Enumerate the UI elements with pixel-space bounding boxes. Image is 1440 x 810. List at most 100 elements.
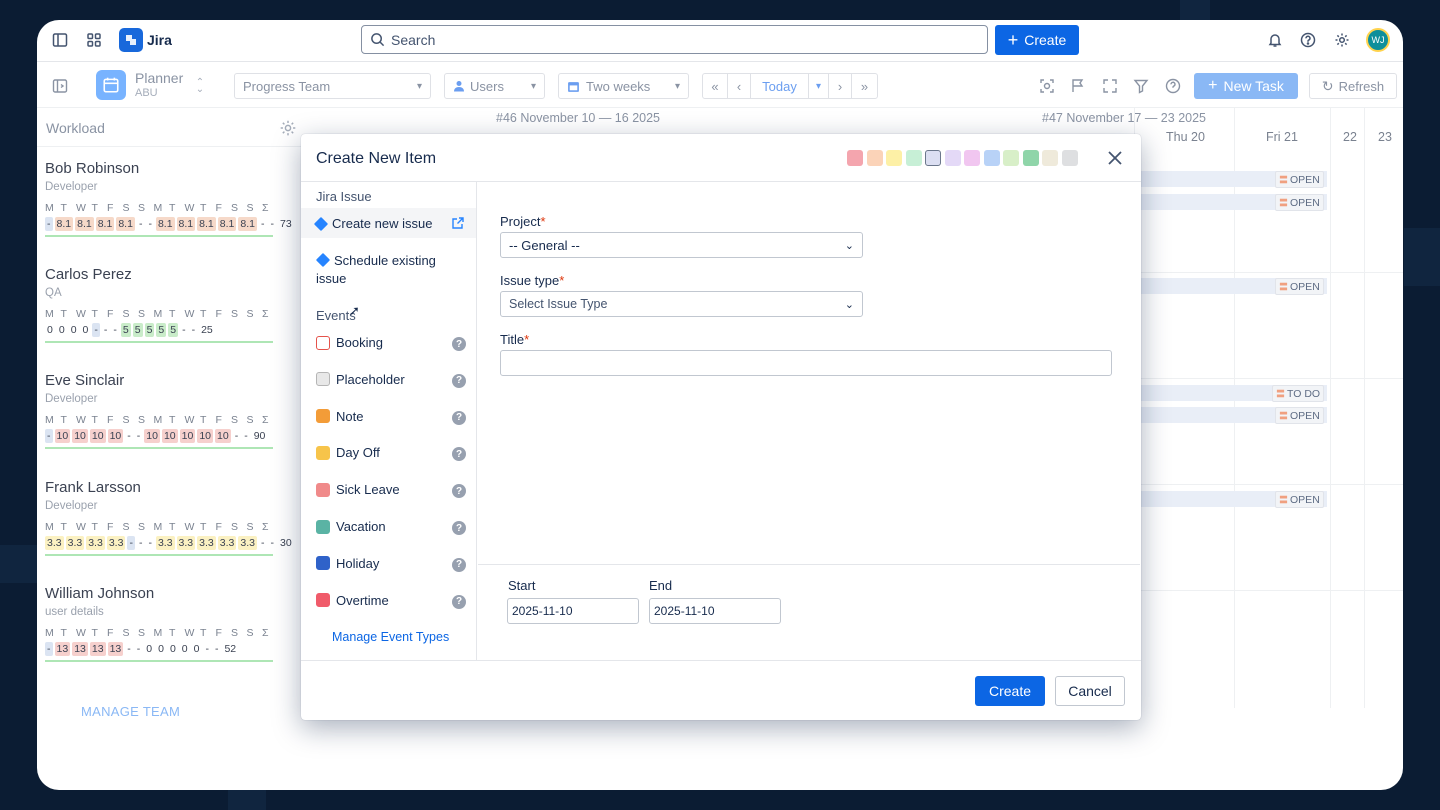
modal-cancel-button[interactable]: Cancel — [1055, 676, 1125, 706]
help-icon[interactable]: ? — [452, 373, 466, 388]
workload-cell: 5 — [144, 323, 155, 337]
jump-back-icon[interactable]: « — [703, 74, 728, 98]
member-role: Developer — [45, 393, 98, 405]
manage-event-types-link[interactable]: Manage Event Types — [332, 630, 449, 644]
new-task-button[interactable]: + New Task — [1194, 73, 1298, 99]
event-type-day-off[interactable]: Day Off — [316, 445, 380, 460]
previous-icon[interactable]: ‹ — [728, 74, 751, 98]
weekday-letter: S — [122, 627, 131, 639]
manage-team-link[interactable]: MANAGE TEAM — [81, 704, 180, 719]
help-icon[interactable] — [1299, 31, 1317, 49]
workload-underline — [45, 554, 273, 556]
help-icon[interactable]: ? — [452, 447, 466, 462]
fullscreen-icon[interactable] — [1101, 77, 1119, 95]
color-swatch[interactable] — [1042, 150, 1058, 166]
refresh-button[interactable]: ↻ Refresh — [1309, 73, 1397, 99]
event-type-holiday[interactable]: Holiday — [316, 556, 379, 571]
workload-underline — [45, 447, 273, 449]
event-type-placeholder[interactable]: Placeholder — [316, 372, 405, 387]
color-swatch[interactable] — [847, 150, 863, 166]
color-swatch[interactable] — [1061, 150, 1078, 166]
project-select[interactable]: -- General -- ⌄ — [500, 232, 863, 258]
app-name[interactable]: Jira — [147, 32, 172, 48]
focus-icon[interactable] — [1038, 77, 1056, 95]
flag-icon[interactable] — [1069, 77, 1087, 95]
create-button[interactable]: + Create — [995, 25, 1079, 55]
collapse-panel-icon[interactable] — [51, 77, 69, 95]
range-select[interactable]: Two weeks ▾ — [558, 73, 689, 99]
color-swatch[interactable] — [1003, 150, 1019, 166]
workload-underline — [45, 660, 273, 662]
event-type-sick-leave[interactable]: Sick Leave — [316, 482, 400, 497]
event-type-vacation[interactable]: Vacation — [316, 519, 386, 534]
external-link-icon[interactable] — [450, 215, 466, 231]
end-date-input[interactable]: 2025-11-10 — [649, 598, 781, 624]
team-member[interactable]: Eve Sinclair Developer M T W T F S S M T W T F S S Σ -10 1… — [45, 372, 295, 449]
help-icon[interactable]: ? — [452, 410, 466, 425]
modal-create-button[interactable]: Create — [975, 676, 1045, 706]
bell-icon[interactable] — [1266, 31, 1284, 49]
jump-forward-icon[interactable]: » — [852, 74, 877, 98]
close-icon[interactable] — [1105, 148, 1125, 168]
search-icon — [371, 33, 385, 47]
workload-cell: - — [260, 218, 265, 230]
help-circle-icon[interactable] — [1164, 77, 1182, 95]
workload-underline — [45, 235, 273, 237]
search-input[interactable]: Search — [361, 25, 988, 54]
help-icon[interactable]: ? — [452, 521, 466, 535]
sidebar-toggle-icon[interactable] — [51, 31, 69, 49]
weekday-header: MTWTFSSMTWTFSSΣ — [45, 414, 295, 426]
workload-cell: 3.3 — [106, 536, 126, 550]
workload-cell: - — [205, 643, 209, 655]
weekday-letter: W — [76, 202, 87, 214]
color-swatch[interactable] — [944, 150, 961, 166]
weekday-letter: S — [231, 521, 239, 533]
weekday-letter: S — [122, 414, 131, 426]
weekday-letter: T — [91, 521, 99, 533]
color-swatch[interactable] — [905, 150, 922, 166]
team-member[interactable]: Frank Larsson Developer M T W T F S S M T W T F S S Σ 3.3… — [45, 479, 295, 556]
next-icon[interactable]: › — [829, 74, 852, 98]
color-swatch[interactable] — [964, 150, 980, 166]
help-icon[interactable]: ? — [452, 484, 466, 499]
color-swatch[interactable] — [983, 150, 1000, 166]
event-type-note[interactable]: Note — [316, 409, 363, 424]
workload-settings-icon[interactable] — [278, 118, 298, 138]
workload-cell: - — [182, 324, 186, 336]
settings-gear-icon[interactable] — [1333, 31, 1351, 49]
team-member[interactable]: Carlos Perez QA M T W T F S S M T W T F S S Σ 0 0 0 0- - -5 5 5 5… — [45, 266, 295, 343]
planner-title[interactable]: Planner — [135, 70, 183, 86]
filter-icon[interactable] — [1132, 77, 1150, 95]
schedule-existing-option[interactable]: Schedule existing issue — [315, 252, 466, 288]
start-date-input[interactable]: 2025-11-10 — [507, 598, 639, 624]
issue-type-select[interactable]: Select Issue Type ⌄ — [500, 291, 863, 317]
help-icon[interactable]: ? — [452, 594, 466, 609]
help-icon[interactable]: ? — [452, 337, 466, 351]
title-input[interactable] — [500, 350, 1112, 376]
color-swatch[interactable] — [886, 150, 902, 166]
event-type-booking[interactable]: Booking — [316, 335, 383, 350]
color-swatch[interactable] — [866, 150, 883, 166]
today-button[interactable]: Today — [751, 74, 809, 98]
weekday-letter: T — [200, 521, 207, 533]
weekday-letter: T — [91, 308, 99, 320]
team-member[interactable]: William Johnson user details M T W T F S S M T W T F S… — [45, 585, 295, 662]
workload-cell: 0 — [47, 324, 53, 336]
workload-cell: - — [113, 324, 117, 336]
today-dropdown-icon[interactable]: ▾ — [809, 74, 829, 98]
help-icon[interactable]: ? — [452, 557, 466, 572]
color-swatch[interactable] — [1022, 150, 1039, 166]
color-swatch[interactable] — [925, 150, 941, 166]
team-select[interactable]: Progress Team ▾ — [234, 73, 431, 99]
weekday-letter: T — [60, 521, 68, 533]
team-member[interactable]: Bob Robinson Developer M T W T F S S M T W T F S S Σ -8.1… — [45, 160, 295, 237]
user-avatar[interactable]: WJ — [1366, 28, 1390, 52]
event-type-overtime[interactable]: Overtime — [316, 593, 389, 608]
holiday-icon — [316, 556, 330, 571]
app-switcher-icon[interactable] — [85, 31, 103, 49]
create-new-issue-option[interactable]: Create new issue — [301, 208, 476, 238]
member-role: user details — [45, 606, 104, 618]
planner-switch-icon[interactable]: ⌃ ⌄ — [194, 77, 206, 95]
users-select[interactable]: Users ▾ — [444, 73, 545, 99]
jira-logo-icon[interactable] — [119, 28, 143, 52]
